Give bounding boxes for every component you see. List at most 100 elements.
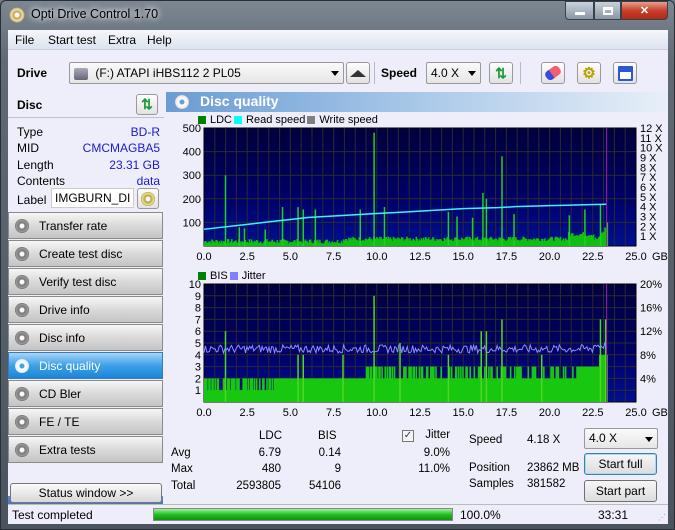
disc-length-value: 23.31 GB xyxy=(109,158,160,172)
jitter-label: Jitter xyxy=(425,429,451,441)
disc-label-input[interactable] xyxy=(51,188,134,208)
y2-tick-label: 12 X xyxy=(640,123,663,135)
ldc-spike xyxy=(243,228,246,246)
y2-tick-label: 12% xyxy=(640,326,662,338)
window-title: Opti Drive Control 1.70 xyxy=(31,7,159,21)
drive-select[interactable]: (F:) ATAPI iHBS112 2 PL05 xyxy=(69,62,344,84)
menu-extra[interactable]: Extra xyxy=(108,33,136,47)
disc-test-icon xyxy=(15,359,29,373)
status-text: Test completed xyxy=(12,508,93,522)
sidebar-item-label: CD Bler xyxy=(39,387,82,401)
x-tick-label: 7.5 xyxy=(326,251,341,263)
start-full-button[interactable]: Start full xyxy=(584,453,657,475)
y-tick-label: 100 xyxy=(183,217,201,229)
y-tick-label: 4 xyxy=(195,350,201,362)
status-bar: Test completed 100.0% 33:31 ⋰ xyxy=(8,504,668,524)
x-tick-label: 17.5 xyxy=(496,251,517,263)
samples-label: Samples xyxy=(469,478,514,490)
y-tick-label: 6 xyxy=(195,326,201,338)
disc-mid-row: MID CMCMAGBA5 xyxy=(17,141,160,155)
sidebar-item-disc-info[interactable]: Disc info xyxy=(8,324,163,351)
ldc-spike xyxy=(471,217,474,246)
x-tick-label: 10.0 xyxy=(366,251,387,263)
samples-value: 381582 xyxy=(527,478,566,490)
disc-icon xyxy=(141,191,155,206)
avg-label: Avg xyxy=(171,447,191,459)
jitter-toggle[interactable]: ✓ Jitter xyxy=(402,429,450,442)
menu-start-test[interactable]: Start test xyxy=(48,33,96,47)
speed-stat-label: Speed xyxy=(469,434,503,446)
disc-test-icon xyxy=(15,275,29,289)
status-window-button[interactable]: Status window >> xyxy=(10,483,162,503)
erase-button[interactable] xyxy=(541,62,565,84)
disc-refresh-button[interactable]: ⇅ xyxy=(136,94,158,115)
sidebar-item-create-test-disc[interactable]: Create test disc xyxy=(8,240,163,267)
sidebar-item-drive-info[interactable]: Drive info xyxy=(8,296,163,323)
max-ldc-value: 480 xyxy=(261,463,281,475)
speed-select[interactable]: 4.0 X xyxy=(426,62,481,84)
speed-label: Speed xyxy=(381,66,418,80)
ldc-spike xyxy=(501,156,503,246)
disc-panel-header: Disc ⇅ xyxy=(8,92,164,118)
y-tick-label: 8 xyxy=(195,303,201,315)
y-tick-label: 1 xyxy=(195,385,201,397)
x-axis-unit: GB xyxy=(652,407,668,419)
disc-test-icon xyxy=(15,387,29,401)
x-tick-label: 22.5 xyxy=(582,407,603,419)
chevron-down-icon xyxy=(645,437,653,442)
sidebar-item-fe-te[interactable]: FE / TE xyxy=(8,408,163,435)
refresh-speed-button[interactable]: ⇅ xyxy=(489,62,513,84)
maximize-button[interactable] xyxy=(594,1,621,20)
test-speed-value: 4.0 X xyxy=(589,431,618,445)
resize-grip-icon[interactable]: ⋰ xyxy=(658,513,666,522)
disc-length-row: Length 23.31 GB xyxy=(17,158,160,172)
ldc-spike xyxy=(297,207,299,246)
minimize-button[interactable] xyxy=(565,1,594,20)
x-tick-label: 20.0 xyxy=(539,251,560,263)
sidebar-item-transfer-rate[interactable]: Transfer rate xyxy=(8,212,163,239)
save-button[interactable] xyxy=(613,62,637,84)
avg-ldc-value: 6.79 xyxy=(258,447,281,459)
sidebar-item-label: Disc quality xyxy=(39,359,101,373)
x-tick-label: 2.5 xyxy=(240,251,255,263)
x-tick-label: 5.0 xyxy=(283,407,298,419)
eject-button[interactable] xyxy=(346,62,370,84)
settings-icon: ⚙ xyxy=(582,65,596,82)
disc-quality-panel: Disc quality LDC Read speed Write speed … xyxy=(166,92,668,502)
disc-test-icon xyxy=(15,303,29,317)
sidebar-item-verify-test-disc[interactable]: Verify test disc xyxy=(8,268,163,295)
disc-contents-label: Contents xyxy=(17,174,66,188)
disc-mid-label: MID xyxy=(17,141,39,155)
x-tick-label: 25.0 xyxy=(625,407,646,419)
start-part-button[interactable]: Start part xyxy=(584,480,657,502)
sidebar-item-label: Transfer rate xyxy=(39,219,108,233)
settings-button[interactable]: ⚙ xyxy=(577,62,601,84)
menu-help[interactable]: Help xyxy=(147,33,172,47)
sidebar-item-cd-bler[interactable]: CD Bler xyxy=(8,380,163,407)
disc-label-button[interactable] xyxy=(137,188,159,209)
ldc-spike xyxy=(314,209,317,246)
ldc-spike xyxy=(373,132,375,246)
bis-spike xyxy=(501,319,503,402)
ldc-spike xyxy=(482,192,484,246)
progress-text: 100.0% xyxy=(460,508,501,522)
menu-file[interactable]: File xyxy=(15,33,34,47)
test-speed-select[interactable]: 4.0 X xyxy=(584,428,658,449)
bis-spike xyxy=(297,354,299,402)
sidebar-item-disc-quality[interactable]: Disc quality xyxy=(8,352,163,379)
ldc-spike xyxy=(456,216,458,246)
close-button[interactable]: ✕ xyxy=(621,1,668,20)
chevron-down-icon xyxy=(468,71,476,76)
disc-test-icon xyxy=(15,331,29,345)
y-tick-label: 2 xyxy=(195,373,201,385)
sidebar-item-label: Drive info xyxy=(39,303,90,317)
bis-spike xyxy=(224,331,227,402)
sidebar-item-extra-tests[interactable]: Extra tests xyxy=(8,436,163,463)
disc-panel-title: Disc xyxy=(17,98,43,112)
ldc-spike xyxy=(568,215,571,246)
position-label: Position xyxy=(469,462,510,474)
total-ldc-value: 2593805 xyxy=(236,480,281,492)
title-bar[interactable]: Opti Drive Control 1.70 ✕ xyxy=(1,1,674,29)
close-icon: ✕ xyxy=(639,5,650,17)
jitter-checkbox[interactable]: ✓ xyxy=(402,430,414,442)
